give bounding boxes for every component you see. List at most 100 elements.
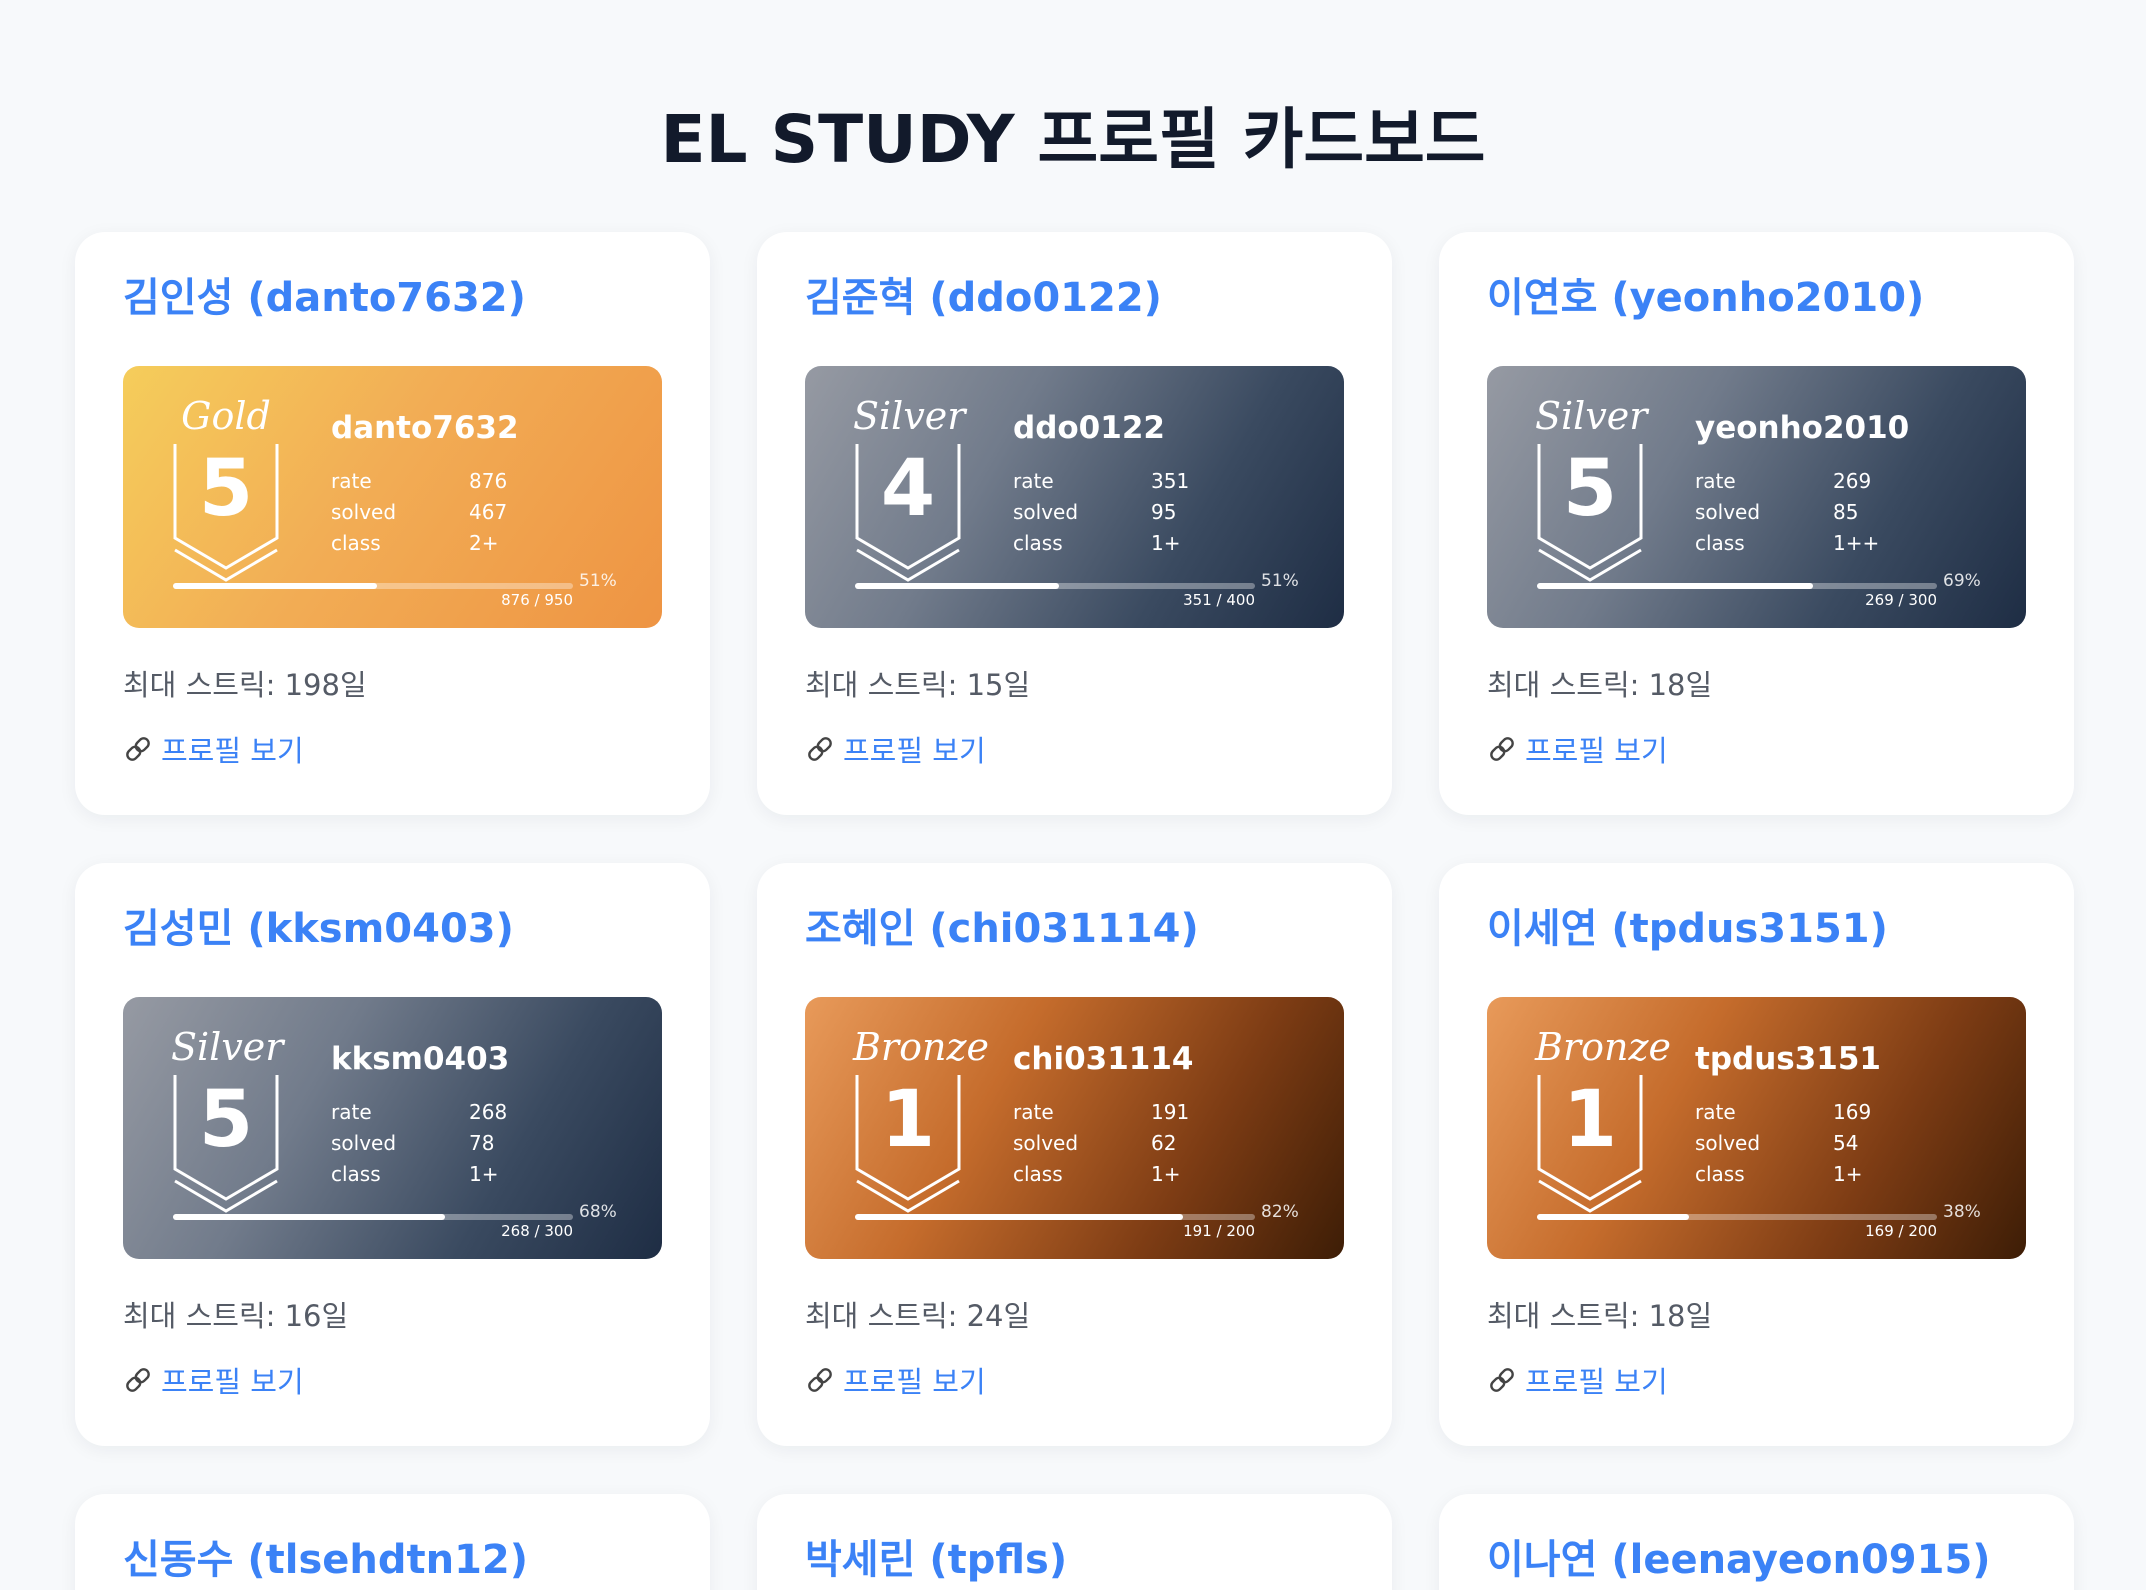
tier-level: 5 xyxy=(1562,444,1618,534)
profile-card: 김성민 (kksm0403) Silver 5 kksm0403 rate 26… xyxy=(75,863,710,1446)
stat-solved: solved 85 xyxy=(1695,497,1879,528)
solvedac-badge[interactable]: Bronze 1 chi031114 rate 191 solved 62 cl… xyxy=(805,997,1344,1259)
tier-name: Bronze xyxy=(1535,1025,1671,1069)
page: EL STUDY 프로필 카드보드 김인성 (danto7632) Gold 5… xyxy=(0,0,2146,1590)
progress-bar-fill xyxy=(173,583,377,589)
stat-solved-value: 95 xyxy=(1151,500,1177,524)
stat-rate: rate 191 xyxy=(1013,1097,1189,1128)
badge-handle: danto7632 xyxy=(331,410,519,446)
stat-class-value: 1+ xyxy=(1833,1162,1863,1186)
progress-percent: 68% xyxy=(579,1202,617,1222)
stat-rate: rate 876 xyxy=(331,466,507,497)
stat-class-value: 1+ xyxy=(469,1162,499,1186)
progress-percent: 51% xyxy=(579,571,617,591)
stat-solved-value: 54 xyxy=(1833,1131,1859,1155)
stat-rate-label: rate xyxy=(1013,1100,1054,1124)
profile-link-label: 프로필 보기 xyxy=(161,1365,304,1399)
profile-link[interactable]: 프로필 보기 xyxy=(123,1359,304,1401)
link-icon xyxy=(1490,1368,1514,1392)
stat-solved-value: 78 xyxy=(469,1131,495,1155)
profile-card: 신동수 (tlsehdtn12) xyxy=(75,1494,710,1590)
solvedac-badge[interactable]: Silver 5 kksm0403 rate 268 solved 78 cla… xyxy=(123,997,662,1259)
max-streak: 최대 스트릭: 198일 xyxy=(123,668,367,702)
progress-count: 876 / 950 xyxy=(501,591,573,609)
stat-class-value: 1+ xyxy=(1151,531,1181,555)
profile-link[interactable]: 프로필 보기 xyxy=(805,1359,986,1401)
stat-rate-value: 268 xyxy=(469,1100,508,1124)
badge-stats: rate 876 solved 467 class 2+ xyxy=(331,466,507,559)
profile-card: 이나연 (leenayeon0915) xyxy=(1439,1494,2074,1590)
progress-bar xyxy=(173,1214,573,1220)
card-title: 박세린 (tpfls) xyxy=(805,1537,1068,1583)
profile-card: 이세연 (tpdus3151) Bronze 1 tpdus3151 rate … xyxy=(1439,863,2074,1446)
tier-level: 1 xyxy=(880,1075,936,1165)
profile-link-label: 프로필 보기 xyxy=(843,734,986,768)
tier-name: Silver xyxy=(1535,394,1648,438)
stat-rate-label: rate xyxy=(1695,1100,1736,1124)
card-title: 이연호 (yeonho2010) xyxy=(1487,275,1925,321)
max-streak: 최대 스트릭: 16일 xyxy=(123,1299,349,1333)
stat-class-label: class xyxy=(1013,1162,1063,1186)
card-title: 김성민 (kksm0403) xyxy=(123,906,514,952)
progress-bar xyxy=(855,1214,1255,1220)
solvedac-badge[interactable]: Bronze 1 tpdus3151 rate 169 solved 54 cl… xyxy=(1487,997,2026,1259)
badge-handle: ddo0122 xyxy=(1013,410,1165,446)
progress-count: 268 / 300 xyxy=(501,1222,573,1240)
badge-handle: yeonho2010 xyxy=(1695,410,1910,446)
progress-bar-fill xyxy=(855,1214,1183,1220)
stat-solved: solved 95 xyxy=(1013,497,1189,528)
badge-handle: kksm0403 xyxy=(331,1041,510,1077)
stat-rate: rate 169 xyxy=(1695,1097,1871,1128)
stat-class-value: 1+ xyxy=(1151,1162,1181,1186)
badge-stats: rate 269 solved 85 class 1++ xyxy=(1695,466,1879,559)
badge-stats: rate 351 solved 95 class 1+ xyxy=(1013,466,1189,559)
stat-rate-value: 269 xyxy=(1833,469,1872,493)
link-icon xyxy=(126,1368,150,1392)
profile-link[interactable]: 프로필 보기 xyxy=(805,728,986,770)
card-title: 김준혁 (ddo0122) xyxy=(805,275,1162,321)
stat-class-label: class xyxy=(331,531,381,555)
profile-card-grid: 김인성 (danto7632) Gold 5 danto7632 rate 87… xyxy=(75,232,2075,1590)
max-streak: 최대 스트릭: 18일 xyxy=(1487,1299,1713,1333)
stat-class: class 1+ xyxy=(1013,528,1189,559)
stat-rate: rate 269 xyxy=(1695,466,1879,497)
progress-bar xyxy=(173,583,573,589)
profile-link[interactable]: 프로필 보기 xyxy=(1487,728,1668,770)
profile-link[interactable]: 프로필 보기 xyxy=(1487,1359,1668,1401)
tier-name: Bronze xyxy=(853,1025,989,1069)
stat-solved-value: 467 xyxy=(469,500,508,524)
card-title: 이세연 (tpdus3151) xyxy=(1487,906,1888,952)
stat-class-value: 1++ xyxy=(1833,531,1880,555)
tier-level: 5 xyxy=(198,444,254,534)
solvedac-badge[interactable]: Silver 4 ddo0122 rate 351 solved 95 clas… xyxy=(805,366,1344,628)
profile-link-label: 프로필 보기 xyxy=(161,734,304,768)
progress-bar xyxy=(1537,1214,1937,1220)
stat-rate-label: rate xyxy=(331,1100,372,1124)
tier-name: Silver xyxy=(171,1025,284,1069)
stat-class: class 1+ xyxy=(331,1159,507,1190)
progress-count: 191 / 200 xyxy=(1183,1222,1255,1240)
stat-solved-label: solved xyxy=(1695,500,1761,524)
stat-class-label: class xyxy=(331,1162,381,1186)
stat-solved-label: solved xyxy=(1695,1131,1761,1155)
stat-rate: rate 268 xyxy=(331,1097,507,1128)
badge-stats: rate 169 solved 54 class 1+ xyxy=(1695,1097,1871,1190)
profile-card: 조혜인 (chi031114) Bronze 1 chi031114 rate … xyxy=(757,863,1392,1446)
stat-class-label: class xyxy=(1695,1162,1745,1186)
profile-link[interactable]: 프로필 보기 xyxy=(123,728,304,770)
profile-link-label: 프로필 보기 xyxy=(843,1365,986,1399)
tier-name: Gold xyxy=(181,394,271,438)
progress-count: 351 / 400 xyxy=(1183,591,1255,609)
stat-rate-label: rate xyxy=(331,469,372,493)
stat-rate-value: 876 xyxy=(469,469,508,493)
stat-class-label: class xyxy=(1013,531,1063,555)
solvedac-badge[interactable]: Gold 5 danto7632 rate 876 solved 467 cla… xyxy=(123,366,662,628)
stat-rate-value: 191 xyxy=(1151,1100,1190,1124)
link-icon xyxy=(126,737,150,761)
stat-solved-label: solved xyxy=(331,500,397,524)
stat-rate-label: rate xyxy=(1013,469,1054,493)
card-title: 이나연 (leenayeon0915) xyxy=(1487,1537,1991,1583)
max-streak: 최대 스트릭: 18일 xyxy=(1487,668,1713,702)
link-icon xyxy=(808,737,832,761)
solvedac-badge[interactable]: Silver 5 yeonho2010 rate 269 solved 85 c… xyxy=(1487,366,2026,628)
